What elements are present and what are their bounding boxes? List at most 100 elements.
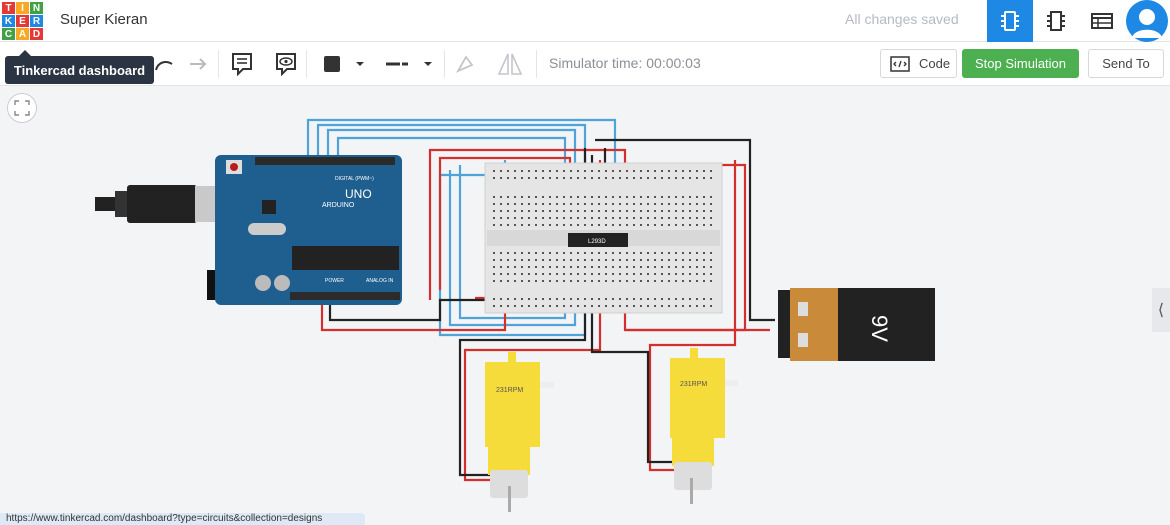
breadboard-hole: [654, 252, 656, 254]
breadboard-hole: [640, 252, 642, 254]
breadboard-hole: [577, 196, 579, 198]
notes-visibility-button[interactable]: [272, 50, 300, 78]
breadboard-hole: [605, 196, 607, 198]
component-list-button[interactable]: [1033, 0, 1079, 42]
breadboard-hole: [514, 305, 516, 307]
circuit-view-icon: [1001, 11, 1019, 31]
project-title[interactable]: Super Kieran: [60, 11, 148, 28]
breadboard-hole: [689, 177, 691, 179]
breadboard-hole: [619, 170, 621, 172]
breadboard-hole: [507, 305, 509, 307]
breadboard-hole: [563, 252, 565, 254]
code-button[interactable]: Code: [880, 49, 957, 78]
wire-type-picker[interactable]: [378, 50, 440, 78]
breadboard-hole: [661, 217, 663, 219]
breadboard-hole: [563, 210, 565, 212]
breadboard-hole: [633, 170, 635, 172]
breadboard-hole: [661, 177, 663, 179]
breadboard-hole: [675, 280, 677, 282]
logo-letter: A: [16, 28, 29, 40]
breadboard-hole: [591, 210, 593, 212]
breadboard-hole: [521, 259, 523, 261]
undo-button[interactable]: [150, 50, 178, 78]
breadboard-hole: [612, 170, 614, 172]
breadboard-hole: [584, 170, 586, 172]
flip-button[interactable]: [496, 50, 524, 78]
breadboard-hole: [682, 298, 684, 300]
breadboard-hole: [661, 252, 663, 254]
breadboard-hole: [668, 280, 670, 282]
breadboard-hole: [682, 252, 684, 254]
logo-letter: K: [2, 15, 15, 27]
breadboard-hole: [528, 252, 530, 254]
user-avatar[interactable]: [1126, 0, 1168, 42]
breadboard-hole: [507, 210, 509, 212]
breadboard-hole: [549, 210, 551, 212]
breadboard-hole: [514, 259, 516, 261]
breadboard-hole: [647, 259, 649, 261]
breadboard-hole: [689, 196, 691, 198]
breadboard-hole: [535, 280, 537, 282]
breadboard-hole: [563, 217, 565, 219]
breadboard-hole: [703, 177, 705, 179]
send-to-button[interactable]: Send To: [1088, 49, 1164, 78]
breadboard-hole: [563, 273, 565, 275]
breadboard-hole: [605, 203, 607, 205]
breadboard-hole: [542, 170, 544, 172]
tinkercad-logo[interactable]: T I N K E R C A D: [2, 2, 43, 40]
breadboard-hole: [668, 210, 670, 212]
breadboard-hole: [647, 196, 649, 198]
breadboard-hole: [556, 305, 558, 307]
breadboard-hole: [668, 217, 670, 219]
breadboard-hole: [521, 217, 523, 219]
breadboard-hole: [633, 224, 635, 226]
chip-label: L293D: [588, 239, 606, 245]
breadboard-hole: [507, 224, 509, 226]
breadboard-hole: [577, 280, 579, 282]
breadboard-hole: [675, 266, 677, 268]
breadboard-hole: [584, 298, 586, 300]
breadboard-hole: [626, 170, 628, 172]
battery-label: 9V: [867, 315, 892, 342]
arduino-uno-board[interactable]: ARDUINO UNO DIGITAL (PWM~) POWER ANALOG …: [95, 155, 402, 305]
breadboard-hole: [710, 170, 712, 172]
breadboard-hole: [535, 210, 537, 212]
breadboard-hole: [591, 273, 593, 275]
breadboard-hole: [577, 298, 579, 300]
breadboard-hole: [584, 217, 586, 219]
wire-color-picker[interactable]: [318, 50, 368, 78]
dc-motor-2[interactable]: 231RPM: [670, 348, 738, 504]
breadboard-hole: [703, 217, 705, 219]
breadboard-hole: [640, 224, 642, 226]
breadboard-hole: [493, 217, 495, 219]
breadboard-hole: [507, 196, 509, 198]
toolbar-divider: [444, 50, 445, 78]
breadboard-hole: [577, 170, 579, 172]
breadboard-hole: [647, 217, 649, 219]
fit-view-button[interactable]: [7, 93, 37, 123]
battery-9v[interactable]: 9V: [778, 288, 935, 361]
breadboard-hole: [563, 170, 565, 172]
breadboard-hole: [640, 259, 642, 261]
breadboard[interactable]: L293D: [484, 162, 723, 314]
breadboard-hole: [675, 210, 677, 212]
panel-toggle[interactable]: ⟨: [1152, 288, 1170, 332]
circuit-view-button[interactable]: [987, 0, 1033, 42]
schematic-view-button[interactable]: [1079, 0, 1125, 42]
breadboard-hole: [542, 217, 544, 219]
redo-icon: [190, 58, 207, 70]
rotate-button[interactable]: [451, 50, 479, 78]
dc-motor-1[interactable]: 231RPM: [485, 352, 554, 512]
breadboard-hole: [605, 177, 607, 179]
breadboard-hole: [500, 266, 502, 268]
breadboard-hole: [500, 196, 502, 198]
redo-button[interactable]: [184, 50, 212, 78]
stop-simulation-button[interactable]: Stop Simulation: [962, 49, 1079, 78]
notes-button[interactable]: [228, 50, 256, 78]
breadboard-hole: [626, 273, 628, 275]
circuit-canvas[interactable]: ARDUINO UNO DIGITAL (PWM~) POWER ANALOG …: [0, 87, 1170, 525]
breadboard-hole: [612, 177, 614, 179]
breadboard-hole: [703, 259, 705, 261]
breadboard-hole: [556, 210, 558, 212]
breadboard-hole: [710, 298, 712, 300]
